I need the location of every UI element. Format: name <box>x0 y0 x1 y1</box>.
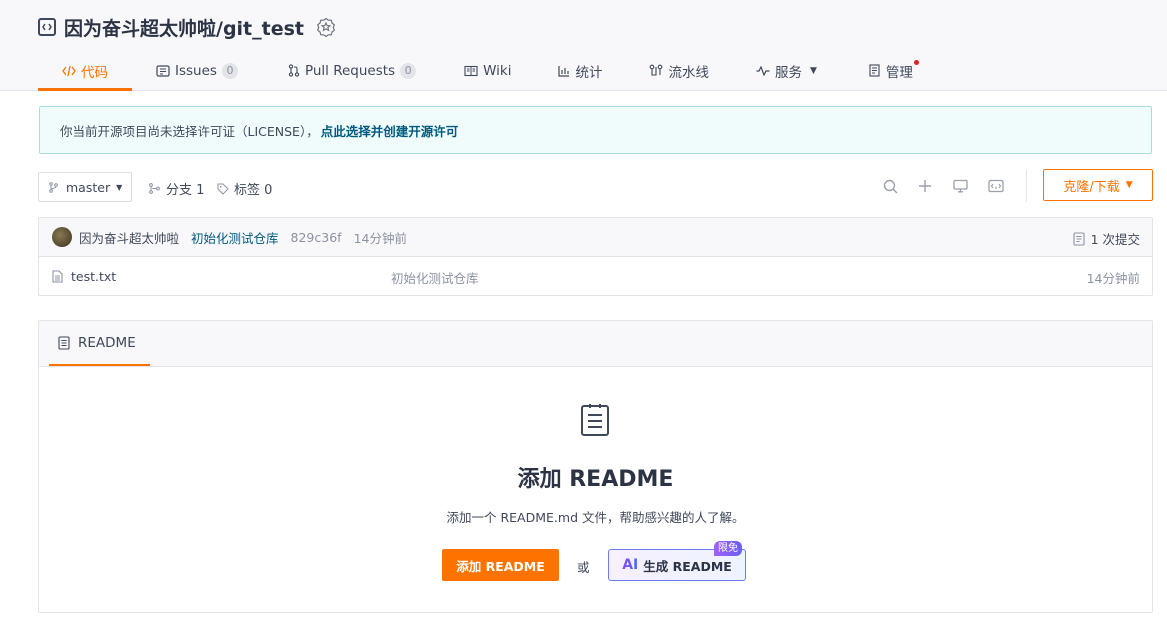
latest-commit-row: 因为奋斗超太帅啦 初始化测试仓库 829c36f 14分钟前 1 次提交 <box>39 218 1152 257</box>
tab-services[interactable]: 服务 ▼ <box>756 50 817 91</box>
file-name[interactable]: test.txt <box>71 269 116 284</box>
or-separator: 或 <box>577 560 590 575</box>
create-license-link[interactable]: 点此选择并创建开源许可 <box>321 121 459 140</box>
clone-download-label: 克隆/下载 <box>1063 179 1120 195</box>
tab-readme[interactable]: README <box>49 321 150 366</box>
add-readme-button[interactable]: 添加 README <box>442 549 559 581</box>
tab-code[interactable]: 代码 <box>38 50 132 91</box>
file-icon <box>52 270 63 283</box>
tab-stats[interactable]: 统计 <box>558 50 602 91</box>
tab-stats-label: 统计 <box>575 64 603 81</box>
pull-request-icon <box>288 64 300 77</box>
branches-label: 分支 1 <box>166 183 205 198</box>
branch-select[interactable]: master ▼ <box>38 172 132 202</box>
tab-manage[interactable]: 管理 <box>869 50 919 91</box>
repo-title-bar: 因为奋斗超太帅啦/git_test <box>38 12 336 42</box>
empty-readme-description: 添加一个 README.md 文件，帮助感兴趣的人了解。 <box>446 510 745 525</box>
tab-code-label: 代码 <box>81 64 108 81</box>
repo-name[interactable]: 因为奋斗超太帅啦/git_test <box>64 14 304 41</box>
license-notice-text: 你当前开源项目尚未选择许可证（LICENSE）， <box>60 123 319 139</box>
web-ide-icon[interactable] <box>951 177 969 195</box>
notification-dot <box>913 60 919 65</box>
tab-wiki-label: Wiki <box>483 62 512 79</box>
tab-pull-requests-label: Pull Requests <box>304 62 396 79</box>
commit-time: 14分钟前 <box>353 230 407 246</box>
tab-manage-label: 管理 <box>885 64 913 81</box>
tab-pull-requests[interactable]: Pull Requests 0 <box>288 50 417 91</box>
toolbar-divider <box>1026 170 1027 202</box>
file-commit-message[interactable]: 初始化测试仓库 <box>391 268 479 287</box>
avatar[interactable] <box>52 227 72 247</box>
commit-message[interactable]: 初始化测试仓库 <box>191 228 279 247</box>
commit-hash[interactable]: 829c36f <box>291 230 342 245</box>
license-notice: 你当前开源项目尚未选择许可证（LICENSE）， 点此选择并创建开源许可 <box>39 106 1152 154</box>
manage-icon <box>869 64 881 77</box>
tab-pipeline[interactable]: 流水线 <box>649 50 709 91</box>
chevron-down-icon: ▼ <box>1125 180 1133 190</box>
readme-document-icon <box>580 403 610 441</box>
readme-tab-label: README <box>78 334 136 351</box>
repo-header: 因为奋斗超太帅啦/git_test 代码 Issues 0 Pull Reque… <box>0 0 1167 91</box>
commit-history-icon <box>1073 231 1085 246</box>
code-snippet-icon[interactable] <box>987 177 1005 195</box>
commit-count-link[interactable]: 1 次提交 <box>1073 229 1140 248</box>
limited-free-badge: 限免 <box>714 541 742 556</box>
document-icon <box>58 335 70 350</box>
clone-download-button[interactable]: 克隆/下载 ▼ <box>1043 169 1153 201</box>
code-bracket-icon <box>38 18 56 36</box>
readme-header: README <box>39 321 1152 367</box>
branch-icon <box>49 181 58 193</box>
repo-tabs: 代码 Issues 0 Pull Requests 0 Wiki 统计 流水线 … <box>38 50 919 91</box>
tab-pipeline-label: 流水线 <box>668 64 709 81</box>
tags-label: 标签 0 <box>234 183 273 198</box>
readme-panel: README 添加 README 添加一个 README.md 文件，帮助感兴趣… <box>38 320 1153 613</box>
ai-generate-readme-label: 生成 README <box>643 558 732 574</box>
search-icon[interactable] <box>881 177 899 195</box>
issues-count-badge: 0 <box>221 62 238 79</box>
issues-icon <box>156 64 170 77</box>
bar-chart-icon <box>558 65 570 77</box>
add-file-icon[interactable] <box>916 177 934 195</box>
tab-wiki[interactable]: Wiki <box>464 50 511 91</box>
commit-count-label: 1 次提交 <box>1090 232 1140 247</box>
pull-requests-count-badge: 0 <box>400 62 417 79</box>
pipeline-icon <box>649 64 663 77</box>
ai-icon: AI <box>622 557 639 573</box>
chevron-down-icon: ▼ <box>116 182 123 192</box>
file-commit-time: 14分钟前 <box>1086 271 1140 286</box>
tab-services-label: 服务 <box>774 64 802 81</box>
empty-readme-title: 添加 README <box>517 467 674 492</box>
table-row[interactable]: test.txt 初始化测试仓库 14分钟前 <box>39 257 1152 296</box>
file-list: 因为奋斗超太帅啦 初始化测试仓库 829c36f 14分钟前 1 次提交 tes… <box>38 217 1153 296</box>
tags-link[interactable]: 标签 0 <box>217 179 272 198</box>
branch-name: master <box>66 179 111 195</box>
commit-author[interactable]: 因为奋斗超太帅啦 <box>79 228 179 247</box>
code-icon <box>62 65 76 77</box>
chevron-down-icon: ▼ <box>809 65 817 76</box>
branch-icon <box>149 183 161 194</box>
tab-issues[interactable]: Issues 0 <box>156 50 238 91</box>
branches-link[interactable]: 分支 1 <box>149 179 204 198</box>
tag-icon <box>217 183 229 195</box>
pulse-icon <box>756 65 770 76</box>
wiki-icon <box>464 65 478 77</box>
tab-issues-label: Issues <box>175 62 217 79</box>
recommend-badge-icon[interactable] <box>316 17 336 38</box>
